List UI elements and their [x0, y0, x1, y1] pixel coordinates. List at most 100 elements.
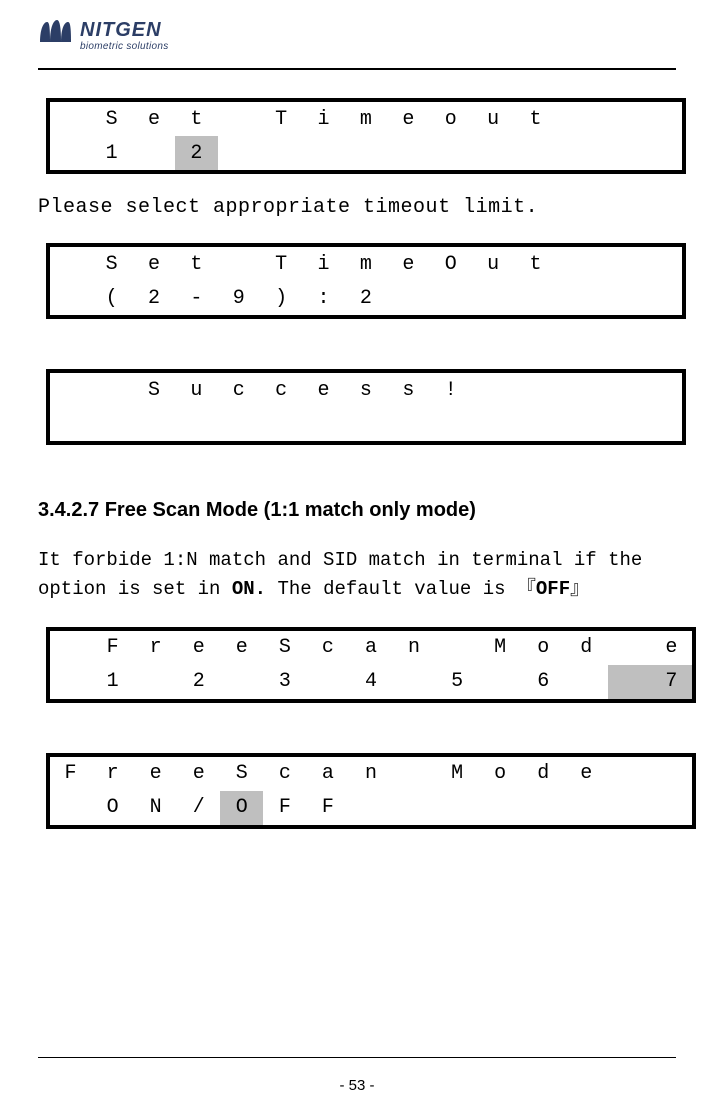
lcd-cell: o — [479, 755, 522, 791]
lcd-cell — [522, 791, 565, 827]
lcd-cell — [387, 281, 429, 317]
lcd-cell: m — [345, 100, 387, 136]
lcd-cell: / — [177, 791, 220, 827]
lcd-row: Set TimeOut — [48, 245, 684, 281]
lcd-cell — [306, 665, 349, 701]
lcd-cell: 2 — [175, 136, 217, 172]
lcd-cell: d — [522, 755, 565, 791]
lcd-cell — [557, 136, 599, 172]
lcd-cell: S — [263, 629, 306, 665]
lcd-cell: 9 — [218, 281, 260, 317]
lcd-cell: 4 — [349, 665, 392, 701]
lcd-cell — [608, 755, 651, 791]
lcd-cell: S — [220, 755, 263, 791]
header: NITGEN biometric solutions — [38, 18, 676, 62]
lcd-row: Set Timeout — [48, 100, 684, 136]
lcd-freescan-toggle: FreeScan Mode ON/OFF — [46, 753, 696, 829]
lcd-cell: e — [177, 629, 220, 665]
lcd-row: FreeScan Mode — [48, 755, 694, 791]
lcd-cell: e — [177, 755, 220, 791]
lcd-cell — [218, 136, 260, 172]
lcd-cell: 1 — [91, 665, 134, 701]
spacer — [38, 339, 676, 369]
lcd-cell — [557, 371, 599, 407]
lcd-row — [48, 407, 684, 443]
lcd-cell: r — [134, 629, 177, 665]
lcd-cell: T — [260, 100, 302, 136]
lcd-cell: 5 — [436, 665, 479, 701]
page-number: - 53 - — [0, 1077, 714, 1094]
lcd-cell — [349, 791, 392, 827]
spacer — [38, 723, 676, 753]
lcd-row: FreeScan Mod e — [48, 629, 694, 665]
para-off: OFF — [536, 578, 570, 600]
lcd-cell — [651, 791, 694, 827]
lcd-cell: s — [387, 371, 429, 407]
lcd-cell — [302, 136, 344, 172]
lcd-cell — [387, 136, 429, 172]
lcd-cell — [472, 371, 514, 407]
lcd-freescan-menu: FreeScan Mod e 1 2 3 4 5 6 7 — [46, 627, 696, 703]
lcd-cell — [599, 136, 641, 172]
lcd-cell: c — [263, 755, 306, 791]
lcd-cell — [565, 665, 608, 701]
lcd-cell: N — [134, 791, 177, 827]
lcd-cell: e — [387, 245, 429, 281]
lcd-cell: i — [302, 245, 344, 281]
lcd-cell — [599, 245, 641, 281]
lcd-cell: S — [90, 100, 132, 136]
instruction-text: Please select appropriate timeout limit. — [38, 194, 676, 221]
lcd-cell: 1 — [90, 136, 132, 172]
lcd-cell — [393, 665, 436, 701]
lcd-cell: O — [220, 791, 263, 827]
para-text: The default value is 『 — [266, 578, 536, 600]
lcd-cell — [557, 100, 599, 136]
lcd-cell — [220, 665, 263, 701]
lcd-cell — [48, 136, 90, 172]
lcd-cell: 3 — [263, 665, 306, 701]
lcd-cell: c — [306, 629, 349, 665]
lcd-cell — [48, 281, 90, 317]
lcd-cell — [472, 281, 514, 317]
lcd-cell — [436, 791, 479, 827]
lcd-cell — [48, 371, 90, 407]
lcd-cell — [48, 245, 90, 281]
lcd-cell: a — [349, 629, 392, 665]
lcd-cell: c — [260, 371, 302, 407]
lcd-cell: u — [175, 371, 217, 407]
lcd-cell: m — [345, 245, 387, 281]
lcd-cell — [608, 665, 651, 701]
lcd-cell: 6 — [522, 665, 565, 701]
lcd-cell — [557, 281, 599, 317]
lcd-cell — [599, 100, 641, 136]
lcd-cell — [641, 371, 684, 407]
lcd-cell — [514, 136, 556, 172]
lcd-cell — [608, 791, 651, 827]
lcd-cell — [90, 371, 132, 407]
section-heading: 3.4.2.7 Free Scan Mode (1:1 match only m… — [38, 499, 676, 522]
lcd-cell — [436, 629, 479, 665]
lcd-cell — [218, 100, 260, 136]
brand: NITGEN biometric solutions — [80, 18, 169, 52]
lcd-cell — [472, 136, 514, 172]
lcd-cell: e — [387, 100, 429, 136]
lcd-row: 1 2 3 4 5 6 7 — [48, 665, 694, 701]
lcd-cell: ) — [260, 281, 302, 317]
lcd-cell: 7 — [651, 665, 694, 701]
para-on: ON. — [232, 578, 266, 600]
lcd-cell — [133, 136, 175, 172]
lcd-cell — [393, 755, 436, 791]
lcd-cell — [260, 136, 302, 172]
lcd-cell: c — [218, 371, 260, 407]
lcd-cell: n — [349, 755, 392, 791]
lcd-row: 1 2 — [48, 136, 684, 172]
lcd-cell: M — [436, 755, 479, 791]
lcd-cell — [479, 791, 522, 827]
lcd-cell: O — [91, 791, 134, 827]
lcd-cell: r — [91, 755, 134, 791]
lcd-cell: u — [472, 100, 514, 136]
lcd-row: Success! — [48, 371, 684, 407]
lcd-cell: ! — [430, 371, 472, 407]
lcd-cell — [641, 245, 684, 281]
lcd-set-timeout-input: Set TimeOut (2-9):2 — [46, 243, 686, 319]
